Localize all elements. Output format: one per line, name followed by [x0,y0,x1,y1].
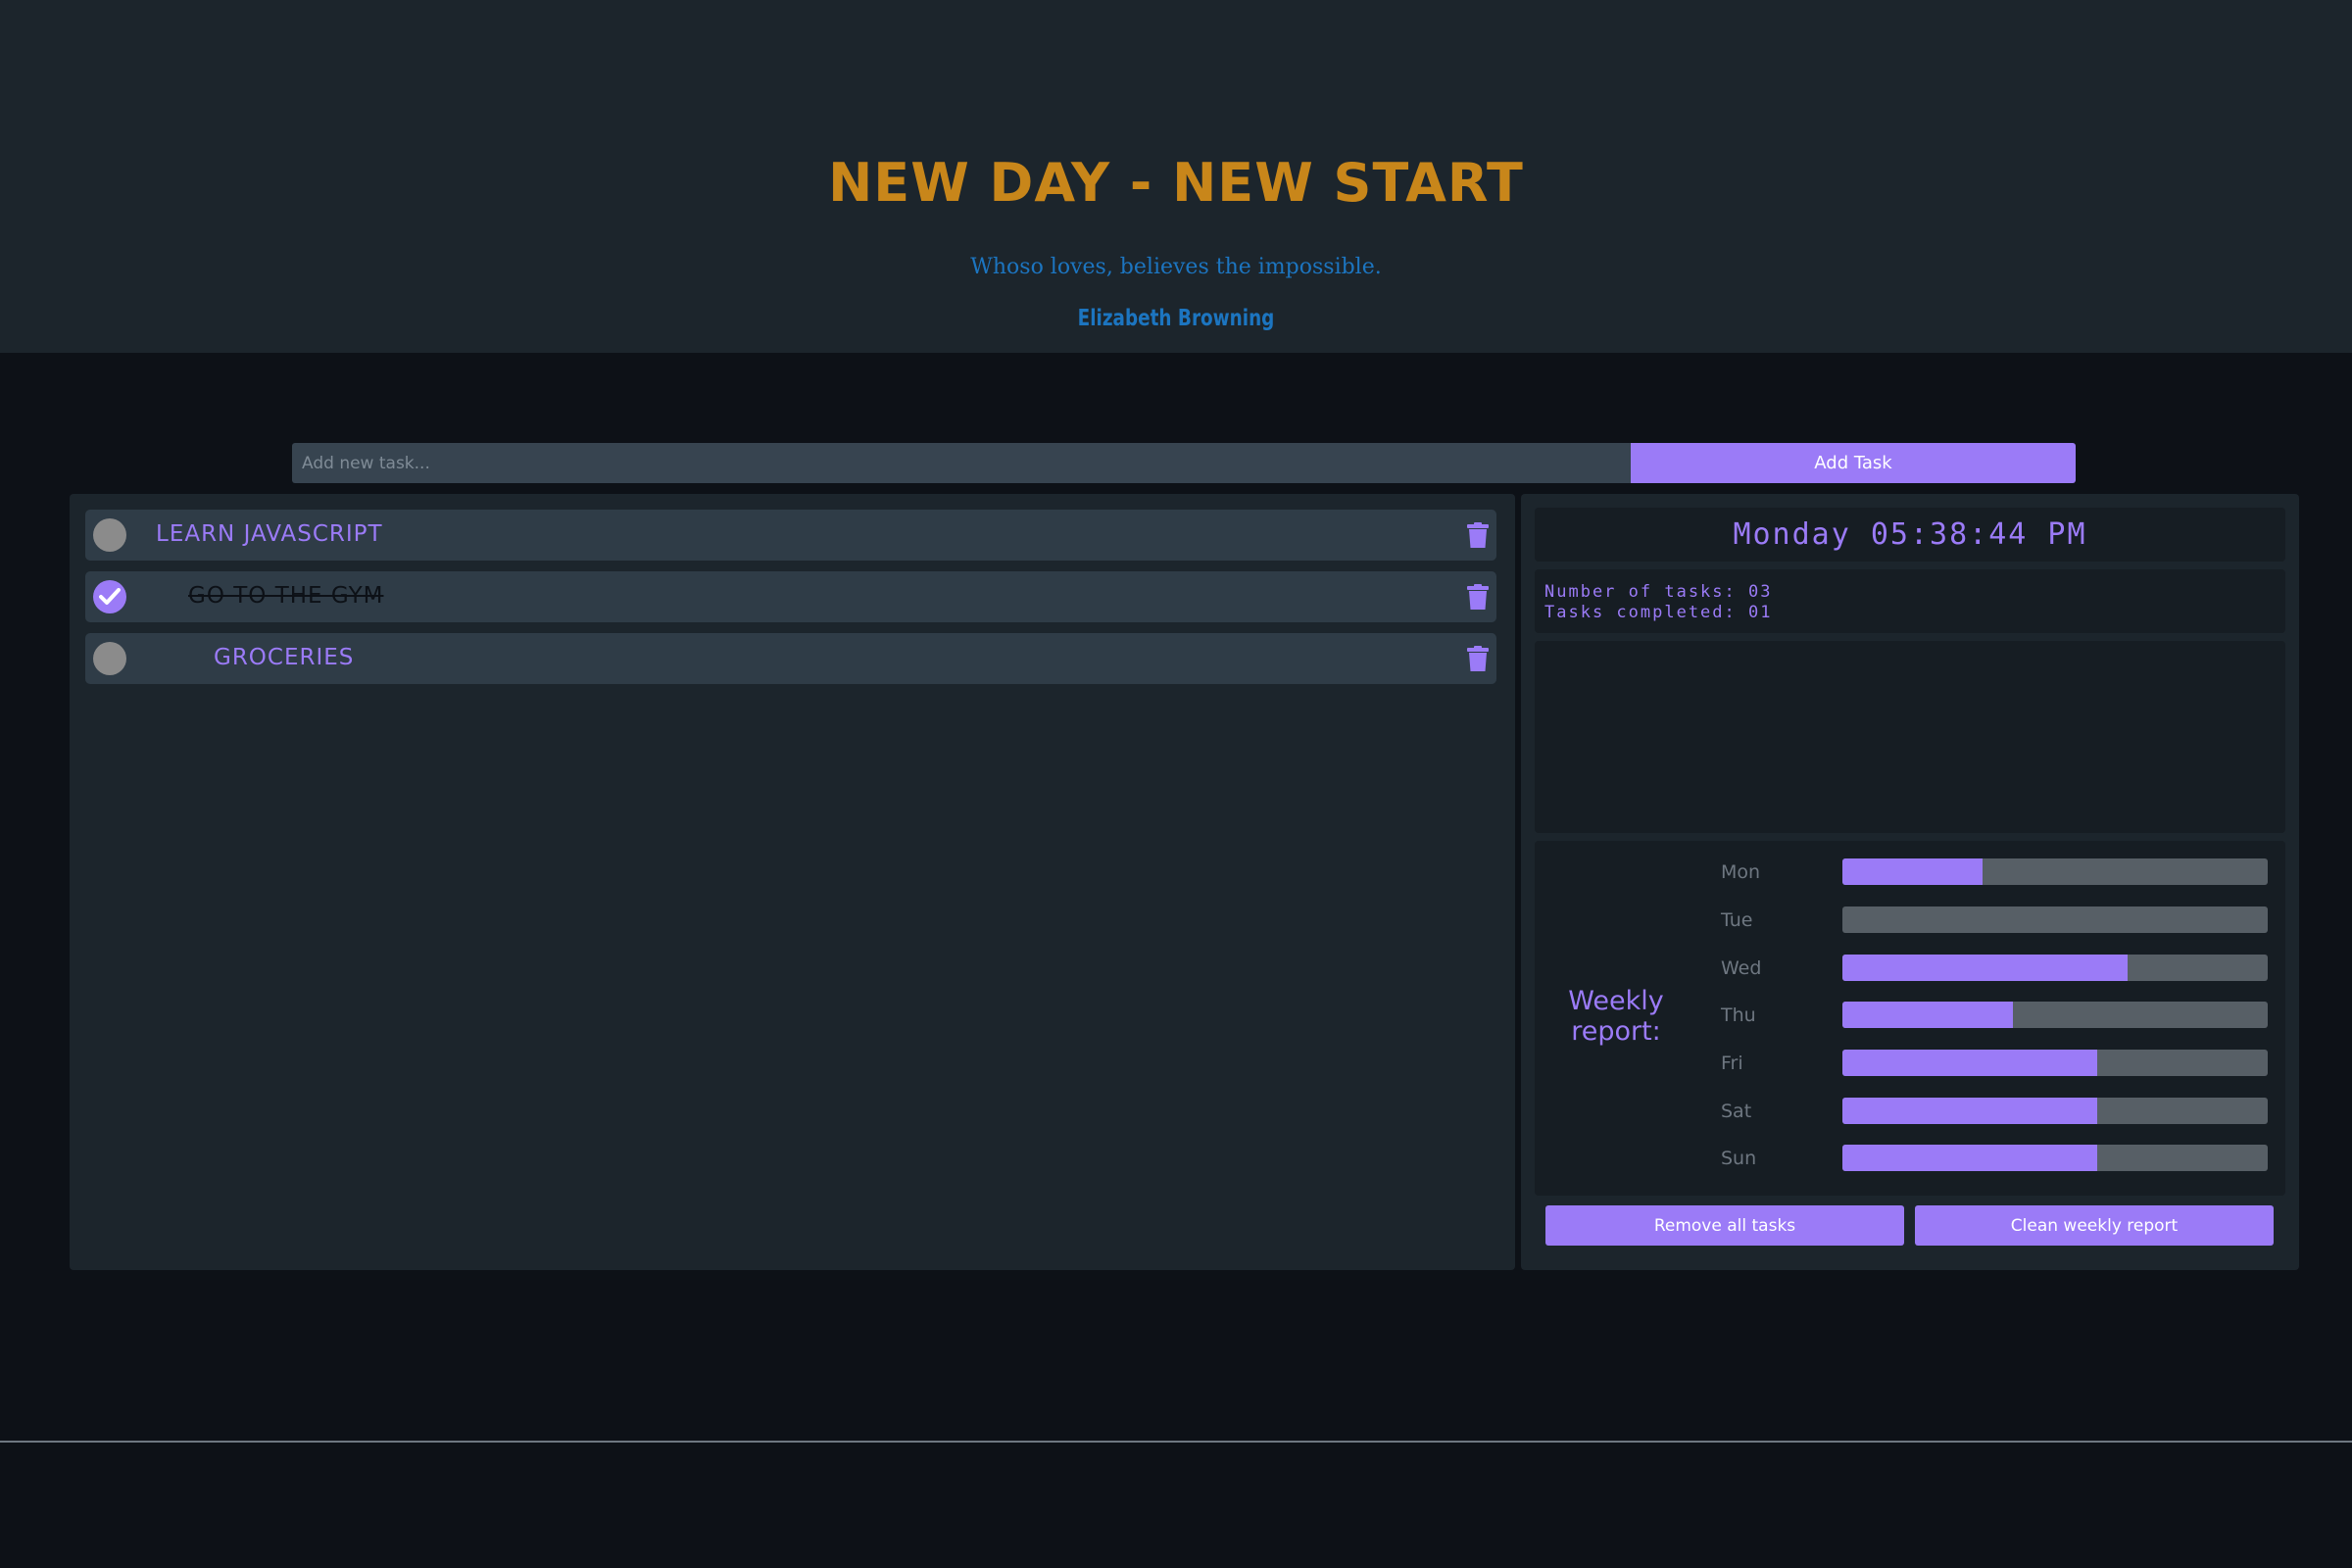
empty-panel [1535,641,2285,833]
weekly-report-title: Weekly report: [1568,986,1664,1047]
task-count: Number of tasks: 03 [1544,582,1773,602]
footer-divider [0,1441,2352,1443]
trash-icon[interactable] [1467,584,1489,610]
header: NEW DAY - NEW START Whoso loves, believe… [0,0,2352,353]
weekly-report: Weekly report: Mon Tue Wed Thu Fri Sat S… [1535,841,2285,1196]
progress-fill [1842,1145,2098,1171]
progress-fill [1842,858,1984,885]
day-label: Sat [1721,1101,1752,1122]
trash-icon[interactable] [1467,522,1489,548]
task-item[interactable]: GROCERIES [85,633,1496,684]
progress-bar [1842,1145,2268,1171]
task-label: GO TO THE GYM [188,583,384,609]
report-row-sat: Sat [1721,1098,2270,1125]
progress-bar [1842,858,2268,885]
progress-bar [1842,955,2268,981]
task-checkbox[interactable] [93,642,126,675]
task-item[interactable]: GO TO THE GYM [85,571,1496,622]
progress-fill [1842,1098,2098,1124]
side-panel: Monday 05:38:44 PM Number of tasks: 03 T… [1521,494,2299,1270]
day-label: Wed [1721,957,1762,979]
progress-bar [1842,1050,2268,1076]
report-row-mon: Mon [1721,858,2270,886]
add-task-form: Add Task [292,443,2076,483]
task-label: GROCERIES [214,645,355,670]
check-icon [99,588,121,605]
page-title: NEW DAY - NEW START [828,152,1524,214]
quote-author: Elizabeth Browning [1077,306,1275,331]
progress-fill [1842,1050,2098,1076]
clean-weekly-report-button[interactable]: Clean weekly report [1915,1205,2274,1246]
progress-fill [1842,955,2128,981]
task-label: LEARN JAVASCRIPT [156,521,383,547]
remove-all-tasks-button[interactable]: Remove all tasks [1545,1205,1904,1246]
progress-bar [1842,1002,2268,1028]
task-list: LEARN JAVASCRIPT GO TO THE GYM GROCERIES [70,494,1515,1270]
progress-fill [1842,1002,2013,1028]
add-task-button[interactable]: Add Task [1631,443,2076,483]
day-label: Sun [1721,1148,1757,1169]
trash-icon[interactable] [1467,646,1489,671]
task-checkbox[interactable] [93,518,126,552]
day-label: Thu [1721,1004,1756,1026]
report-row-fri: Fri [1721,1050,2270,1077]
day-label: Fri [1721,1053,1743,1074]
report-row-tue: Tue [1721,906,2270,934]
report-row-wed: Wed [1721,955,2270,982]
progress-bar [1842,906,2268,933]
completed-count: Tasks completed: 01 [1544,603,1773,622]
task-item[interactable]: LEARN JAVASCRIPT [85,510,1496,561]
day-label: Mon [1721,861,1761,883]
day-label: Tue [1721,909,1753,931]
new-task-input[interactable] [292,443,1631,483]
progress-bar [1842,1098,2268,1124]
report-row-thu: Thu [1721,1002,2270,1029]
quote-text: Whoso loves, believes the impossible. [970,255,1382,279]
report-row-sun: Sun [1721,1145,2270,1172]
clock: Monday 05:38:44 PM [1535,508,2285,562]
task-checkbox[interactable] [93,580,126,613]
task-stats: Number of tasks: 03 Tasks completed: 01 [1535,569,2285,633]
